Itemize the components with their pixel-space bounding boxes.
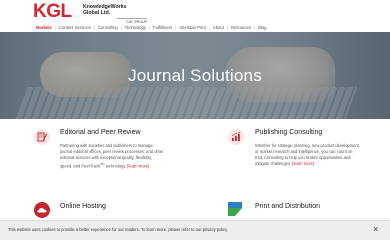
logo-wordmark: KGL — [33, 1, 72, 22]
main-nav: Markets | Content Services | Consulting … — [33, 23, 269, 31]
logo-company-name: KnowledgeWorks Global Ltd. — [83, 4, 126, 16]
service-title: Print and Distribution — [255, 203, 320, 210]
print-icon — [228, 202, 242, 216]
hero-banner: Journal Solutions — [0, 32, 390, 119]
learn-more-link[interactable]: [learn more] — [292, 161, 314, 166]
close-icon[interactable]: × — [373, 224, 378, 234]
service-title: Editorial and Peer Review — [60, 129, 141, 136]
nav-item-content-services[interactable]: Content Services — [56, 25, 94, 30]
editorial-icon — [34, 129, 50, 145]
page-title: Journal Solutions — [128, 66, 262, 85]
nav-item-consulting[interactable]: Consulting — [95, 25, 121, 30]
cloud-icon — [34, 202, 50, 218]
cookie-banner: This website uses cookies to provide a b… — [0, 220, 390, 240]
site-header: KGL KnowledgeWorks Global Ltd. CJK GROUP… — [0, 0, 390, 32]
nav-item-technology[interactable]: Technology — [122, 25, 149, 30]
consulting-icon — [228, 129, 244, 145]
service-title: Online Hosting — [60, 203, 106, 210]
nav-item-blog[interactable]: Blog — [255, 25, 269, 30]
service-title: Publishing Consulting — [255, 129, 323, 136]
nav-item-sheridan-print[interactable]: Sheridan Print — [176, 25, 209, 30]
nav-item-resources[interactable]: Resources — [228, 25, 254, 30]
learn-more-link[interactable]: [learn more] — [127, 164, 149, 169]
cookie-message: This website uses cookies to provide a b… — [8, 227, 229, 232]
nav-item-about[interactable]: About — [210, 25, 227, 30]
service-description: Partnering with societies and publishers… — [60, 143, 165, 170]
nav-item-fulfillment[interactable]: Fulfillment — [150, 25, 175, 30]
logo-name-line2: Global Ltd. — [83, 10, 111, 16]
nav-item-markets[interactable]: Markets — [33, 25, 55, 30]
service-description-suffix: technology. — [104, 163, 127, 169]
service-description: Whether for strategic planning, new prod… — [255, 143, 360, 167]
kgl-logo[interactable]: KGL KnowledgeWorks Global Ltd. CJK GROUP — [33, 1, 163, 24]
